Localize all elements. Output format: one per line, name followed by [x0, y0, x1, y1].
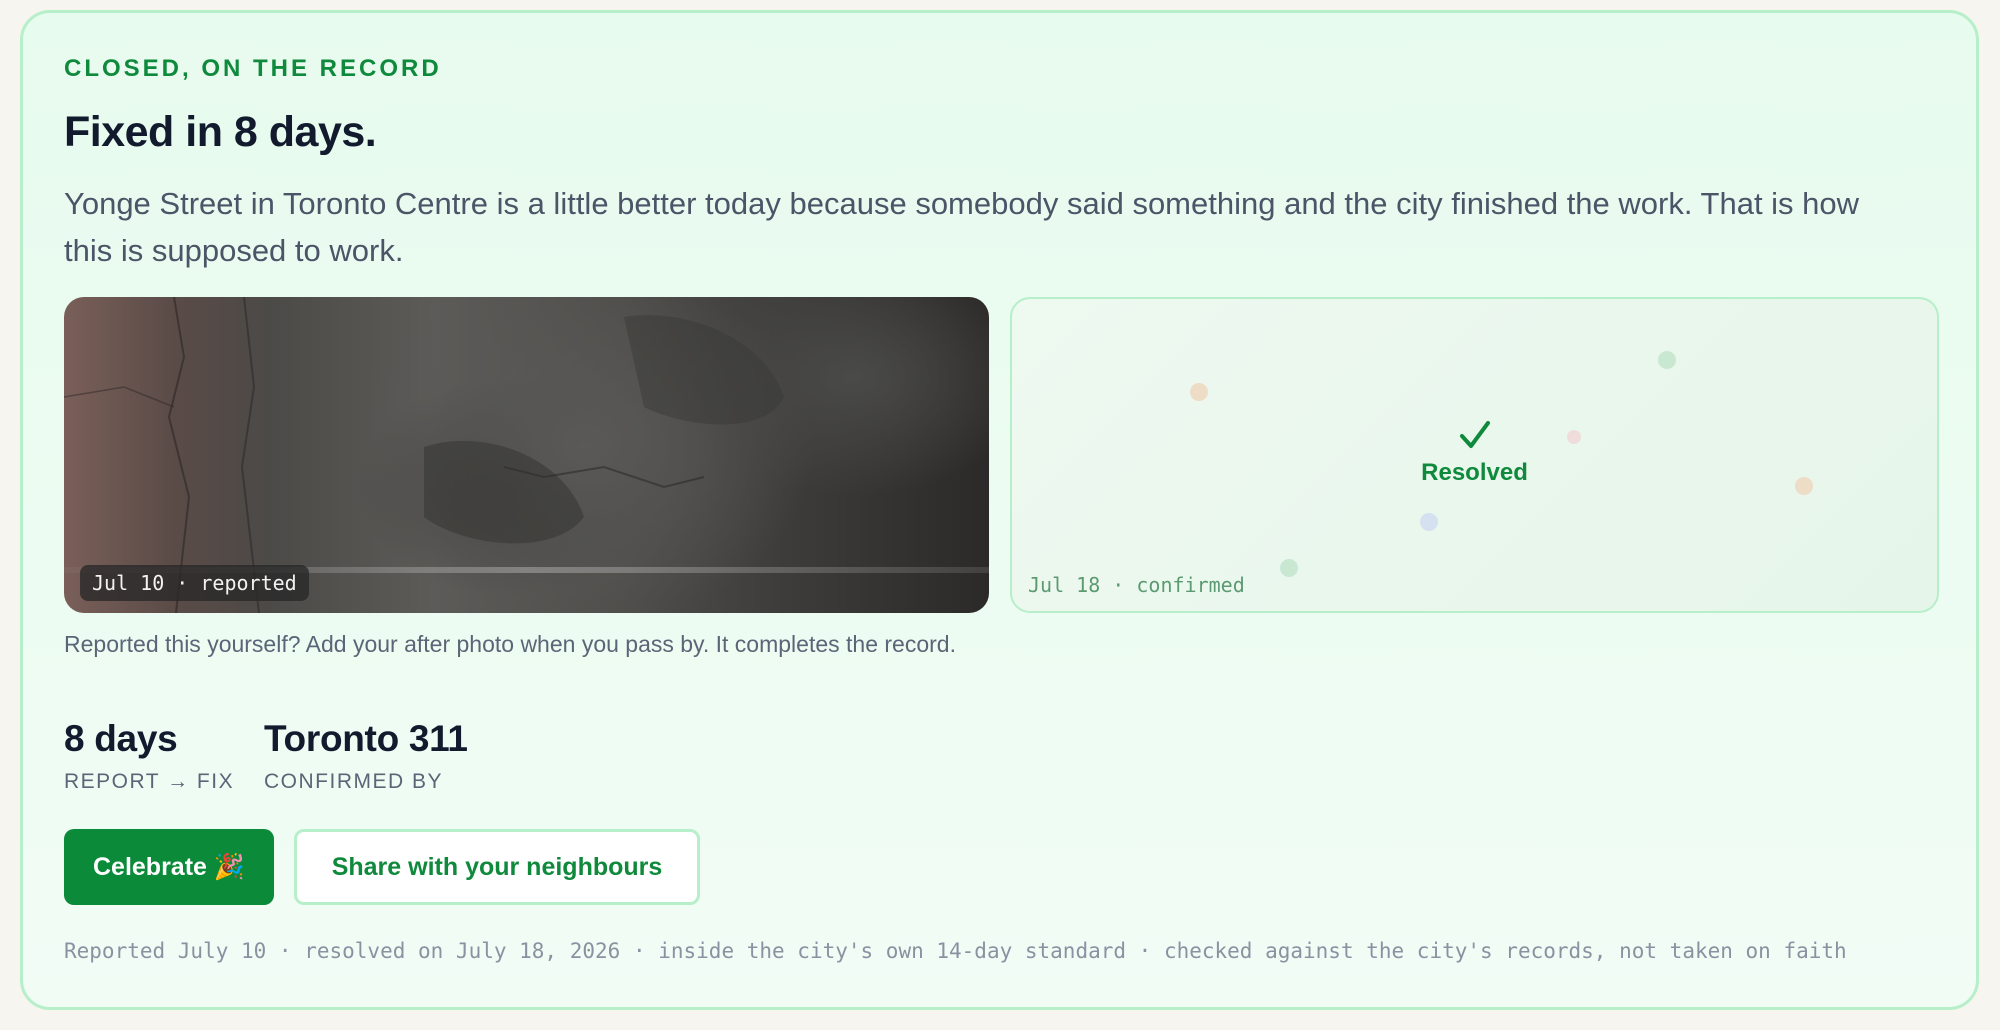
confetti-dot: [1658, 351, 1676, 369]
share-button[interactable]: Share with your neighbours: [294, 829, 700, 905]
card-title: Fixed in 8 days.: [64, 108, 377, 156]
resolution-card: CLOSED, ON THE RECORD Fixed in 8 days. Y…: [20, 10, 1979, 1010]
resolved-label: Resolved: [1421, 459, 1528, 486]
confetti-dot: [1420, 513, 1438, 531]
before-photo-stamp: Jul 10 · reported: [80, 565, 309, 601]
after-photo-hint: Reported this yourself? Add your after p…: [64, 631, 956, 657]
card-lead: Yonge Street in Toronto Centre is a litt…: [64, 186, 1860, 268]
after-photo-placeholder[interactable]: Resolved Jul 18 · confirmed: [1010, 297, 1939, 613]
stat-confirmed-by-value: Toronto 311: [264, 718, 468, 759]
stat-duration-value: 8 days: [64, 718, 178, 759]
before-photo[interactable]: Jul 10 · reported: [64, 297, 989, 613]
confetti-dot: [1280, 559, 1298, 577]
record-footnote: Reported July 10 · resolved on July 18, …: [64, 939, 1847, 963]
checkmark-icon: [1459, 421, 1490, 448]
resolved-indicator: Resolved: [1012, 417, 1937, 487]
stat-duration: 8 days REPORT → FIX: [64, 718, 234, 794]
after-photo-stamp: Jul 18 · confirmed: [1028, 573, 1245, 597]
stat-confirmed-by: Toronto 311 CONFIRMED BY: [264, 718, 468, 794]
stat-confirmed-by-label: CONFIRMED BY: [264, 770, 444, 793]
status-eyebrow: CLOSED, ON THE RECORD: [64, 55, 442, 82]
confetti-dot: [1190, 383, 1208, 401]
stat-duration-label: REPORT → FIX: [64, 770, 235, 793]
celebrate-button[interactable]: Celebrate 🎉: [64, 829, 274, 905]
